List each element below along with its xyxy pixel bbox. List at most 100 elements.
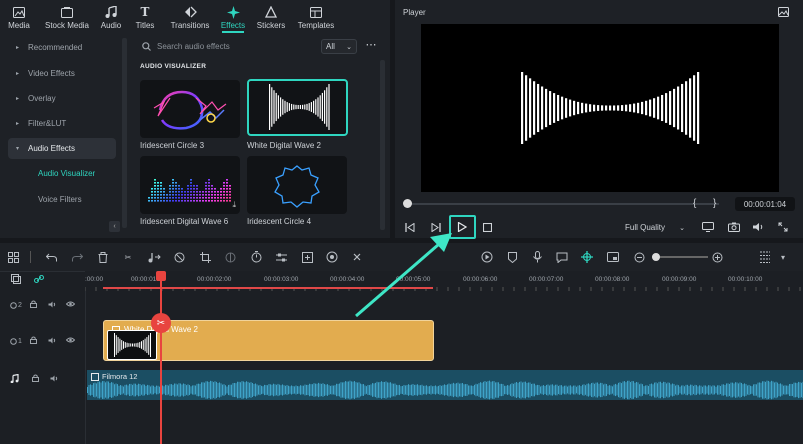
waveform-sample (330, 385, 331, 395)
sidebar-scrollbar[interactable] (122, 38, 127, 228)
waveform-sample (370, 384, 372, 396)
sidebar-subitem-voice-filters[interactable]: Voice Filters (38, 195, 82, 204)
search-input[interactable]: Search audio effects (137, 38, 317, 54)
effect-card-iridescent-circle-4[interactable] (247, 156, 347, 214)
snapshot-image-icon[interactable] (778, 7, 789, 19)
wave-bar (617, 105, 620, 111)
marker-icon[interactable] (505, 250, 519, 264)
waveform-sample (636, 381, 637, 399)
stop-button[interactable] (480, 220, 494, 234)
tab-stock-media[interactable]: Stock Media (38, 0, 96, 33)
tab-media[interactable]: Media (0, 0, 38, 33)
lock-icon[interactable] (32, 374, 39, 384)
filter-select[interactable]: All ⌄ (321, 39, 357, 54)
playhead-split-scissors-icon[interactable]: ✂ (151, 313, 171, 333)
scissors-icon[interactable]: ✂ (121, 250, 135, 264)
snap-magnet-icon[interactable] (580, 250, 594, 264)
effect-card-white-digital-wave-2[interactable] (247, 79, 348, 136)
waveform-sample (118, 385, 120, 395)
tab-transitions[interactable]: Transitions (164, 0, 216, 33)
ai-tool-icon[interactable] (325, 250, 339, 264)
redo-icon[interactable] (70, 250, 84, 264)
sidebar-item-overlay[interactable]: ▸ Overlay (8, 88, 116, 109)
waveform-sample (411, 384, 412, 396)
volume-icon[interactable] (751, 220, 765, 234)
sidebar-item-filter-lut[interactable]: ▸ Filter&LUT (8, 113, 116, 134)
equalizer-segment (169, 185, 171, 187)
audio-edit-icon[interactable] (147, 250, 161, 264)
zoom-slider[interactable] (652, 250, 708, 264)
sidebar-item-audio-effects[interactable]: ▾ Audio Effects (8, 138, 116, 159)
visibility-eye-icon[interactable] (65, 337, 76, 345)
collapse-sidebar-button[interactable]: ‹ (109, 221, 120, 232)
tab-audio[interactable]: Audio (96, 0, 126, 33)
seek-bar[interactable] (409, 203, 719, 205)
sidebar-item-video-effects[interactable]: ▸ Video Effects (8, 63, 116, 84)
audio-clip-label: Filmora 12 (91, 372, 137, 381)
play-button[interactable] (455, 220, 469, 234)
waveform-sample (243, 381, 244, 399)
disable-icon[interactable] (172, 250, 186, 264)
grid-scrollbar[interactable] (380, 60, 385, 230)
delete-icon[interactable] (96, 250, 110, 264)
pip-icon[interactable] (606, 250, 620, 264)
waveform-sample (216, 381, 217, 399)
mute-icon[interactable] (50, 375, 58, 384)
zoom-out-icon[interactable] (632, 250, 646, 264)
more-tools-icon[interactable] (350, 250, 364, 264)
waveform-sample (453, 382, 454, 398)
display-settings-icon[interactable] (701, 220, 715, 234)
effect-card-iridescent-digital-wave-6[interactable]: ⤓ (140, 156, 240, 214)
timeline-audio-clip[interactable]: Filmora 12 (87, 370, 803, 400)
mark-in-button[interactable]: { (693, 198, 696, 209)
layout-options-icon[interactable] (758, 250, 772, 264)
add-track-icon[interactable] (11, 274, 21, 286)
effect-card-iridescent-circle-3[interactable] (140, 80, 240, 138)
previous-frame-button[interactable] (403, 220, 417, 234)
sidebar-subitem-audio-visualizer[interactable]: Audio Visualizer (38, 169, 95, 178)
tab-templates[interactable]: Templates (292, 0, 340, 33)
waveform-sample (228, 384, 229, 396)
speed-timer-icon[interactable] (249, 250, 263, 264)
lock-icon[interactable] (29, 300, 37, 310)
render-preview-icon[interactable] (480, 250, 494, 264)
fit-frame-icon[interactable] (300, 250, 314, 264)
mute-icon[interactable] (48, 301, 56, 310)
waveform-sample (732, 382, 733, 398)
link-icon[interactable] (34, 274, 44, 286)
tab-titles[interactable]: T Titles (126, 0, 164, 33)
waveform-sample (498, 382, 499, 398)
next-frame-button[interactable] (429, 220, 443, 234)
adjust-sliders-icon[interactable] (274, 250, 288, 264)
waveform-sample (186, 385, 187, 395)
fullscreen-icon[interactable] (776, 220, 790, 234)
playhead-line[interactable] (160, 271, 162, 444)
mute-icon[interactable] (48, 337, 56, 346)
voiceover-icon[interactable] (555, 250, 569, 264)
mark-out-button[interactable]: } (713, 198, 716, 209)
microphone-icon[interactable] (530, 250, 544, 264)
tab-effects[interactable]: Effects (216, 0, 250, 33)
waveform-sample (229, 384, 231, 396)
tab-stickers[interactable]: Stickers (250, 0, 292, 33)
undo-icon[interactable] (44, 250, 58, 264)
seek-knob[interactable] (403, 199, 412, 208)
color-match-icon[interactable] (223, 250, 237, 264)
grid-layout-icon[interactable] (6, 250, 20, 264)
tab-label: Audio (100, 21, 122, 30)
crop-icon[interactable] (198, 250, 212, 264)
camera-snapshot-icon[interactable] (727, 220, 741, 234)
waveform-sample (472, 385, 474, 395)
chevron-down-icon[interactable]: ▾ (776, 250, 790, 264)
playhead-handle[interactable] (156, 271, 166, 281)
waveform-sample (511, 383, 513, 397)
wave-bar (148, 335, 150, 355)
quality-select[interactable]: Full Quality ⌄ (621, 220, 689, 235)
lock-icon[interactable] (29, 336, 37, 346)
sidebar-item-recommended[interactable]: ▸ Recommended (8, 37, 116, 58)
zoom-in-icon[interactable] (710, 250, 724, 264)
visibility-eye-icon[interactable] (65, 301, 76, 309)
waveform-sample (436, 386, 438, 394)
more-options-button[interactable]: ⋯ (364, 39, 378, 54)
waveform-sample (633, 381, 634, 399)
